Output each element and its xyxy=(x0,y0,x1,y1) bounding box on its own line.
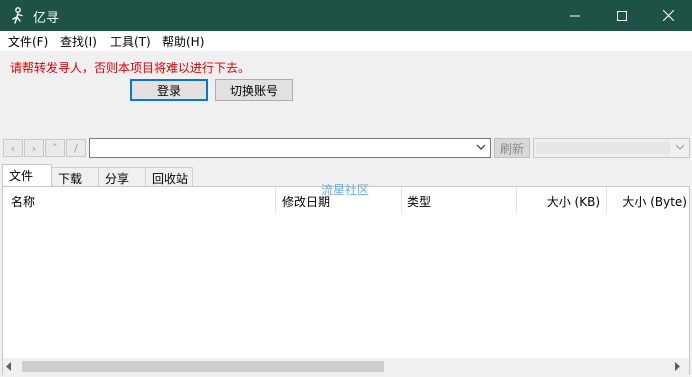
title-bar: 亿寻 xyxy=(0,0,692,31)
share-warning-text: 请帮转发寻人，否则本项目将难以进行下去。 xyxy=(10,61,251,75)
menu-file[interactable]: 文件(F) xyxy=(8,33,48,50)
chevron-left-icon: ‹ xyxy=(10,141,16,155)
column-size-kb[interactable]: 大小 (KB) xyxy=(517,187,607,213)
file-list[interactable]: 名称 修改日期 类型 大小 (KB) 大小 (Byte) 流星社区 xyxy=(2,183,692,375)
up-button[interactable]: ˄ xyxy=(45,139,65,157)
chevron-right-icon: › xyxy=(31,141,37,155)
scrollbar-thumb[interactable] xyxy=(22,361,384,372)
chevron-down-icon[interactable] xyxy=(675,144,685,151)
back-button[interactable]: ‹ xyxy=(3,139,23,157)
menu-tools[interactable]: 工具(T) xyxy=(110,33,151,50)
close-icon xyxy=(662,10,674,21)
tab-recycle-bin[interactable]: 回收站 xyxy=(145,167,193,186)
column-name[interactable]: 名称 xyxy=(3,187,276,213)
root-slash-icon: / xyxy=(74,141,78,155)
list-header: 名称 修改日期 类型 大小 (KB) 大小 (Byte) 流星社区 xyxy=(3,183,692,213)
minimize-button[interactable] xyxy=(552,0,598,31)
chevron-up-icon: ˄ xyxy=(52,141,58,155)
login-button[interactable]: 登录 xyxy=(130,79,208,101)
chevron-down-icon[interactable] xyxy=(476,144,486,151)
refresh-button[interactable]: 刷新 xyxy=(494,138,530,158)
filter-value xyxy=(536,142,670,154)
tab-downloads[interactable]: 下载 xyxy=(51,167,99,186)
watermark-text: 流星社区 xyxy=(321,183,370,197)
menu-bar: 文件(F) 查找(I) 工具(T) 帮助(H) xyxy=(0,31,692,51)
filter-combobox[interactable] xyxy=(533,138,690,158)
maximize-icon xyxy=(617,10,627,21)
column-size-byte[interactable]: 大小 (Byte) xyxy=(607,187,692,213)
forward-button[interactable]: › xyxy=(24,139,44,157)
yixun-icon[interactable] xyxy=(8,6,28,26)
switch-account-button[interactable]: 切换账号 xyxy=(215,79,293,101)
root-button[interactable]: / xyxy=(66,139,86,157)
path-combobox[interactable] xyxy=(89,138,491,158)
tab-files[interactable]: 文件 xyxy=(2,164,52,186)
window-title: 亿寻 xyxy=(33,11,60,26)
tab-shares[interactable]: 分享 xyxy=(98,167,146,186)
scroll-left-icon[interactable] xyxy=(5,362,13,371)
menu-find[interactable]: 查找(I) xyxy=(60,33,97,50)
close-button[interactable] xyxy=(645,0,691,31)
maximize-button[interactable] xyxy=(599,0,645,31)
menu-help[interactable]: 帮助(H) xyxy=(162,33,204,50)
scroll-right-icon[interactable] xyxy=(673,362,681,371)
minimize-icon xyxy=(570,15,580,16)
column-type[interactable]: 类型 xyxy=(402,187,517,213)
horizontal-scrollbar[interactable] xyxy=(3,358,689,375)
